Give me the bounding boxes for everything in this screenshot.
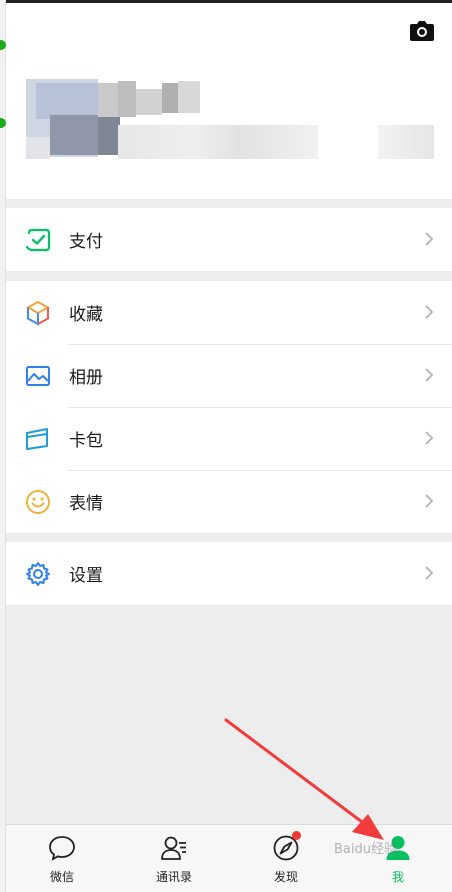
- chevron-right-icon: [425, 431, 434, 445]
- menu-item-label: 相册: [69, 368, 103, 388]
- tab-discover[interactable]: 发现: [246, 825, 326, 892]
- menu-item-favorites[interactable]: 收藏: [6, 281, 452, 344]
- menu-item-label: 收藏: [69, 305, 103, 325]
- contacts-icon: [161, 836, 186, 860]
- menu-item-cards[interactable]: 卡包: [6, 407, 452, 470]
- menu-item-stickers[interactable]: 表情: [6, 470, 452, 533]
- me-screen: 支付 收藏 相册 卡包 表情 设置 微信 通讯录 发现 我: [6, 0, 452, 892]
- chat-bubble-icon: [49, 836, 75, 861]
- discover-badge: [292, 831, 301, 840]
- tab-label: 发现: [273, 870, 298, 884]
- menu-item-settings[interactable]: 设置: [6, 542, 452, 605]
- menu-item-label: 支付: [69, 232, 103, 252]
- tab-label: 我: [391, 870, 404, 884]
- tab-chats[interactable]: 微信: [22, 825, 102, 892]
- menu-group-settings: 设置: [6, 542, 452, 605]
- watermark: Baidu经验: [334, 842, 397, 857]
- menu-group-main: 收藏 相册 卡包 表情: [6, 281, 452, 533]
- menu-item-pay[interactable]: 支付: [6, 208, 452, 271]
- camera-icon[interactable]: [410, 21, 434, 41]
- menu-item-label: 卡包: [69, 431, 103, 451]
- chevron-right-icon: [425, 368, 434, 382]
- tab-contacts[interactable]: 通讯录: [134, 825, 214, 892]
- cube-icon: [25, 300, 51, 326]
- chevron-right-icon: [425, 232, 434, 246]
- tab-label: 微信: [49, 870, 74, 884]
- wallet-check-icon: [25, 228, 51, 252]
- menu-item-album[interactable]: 相册: [6, 344, 452, 407]
- tab-me[interactable]: 我: [358, 825, 438, 892]
- gear-icon: [26, 562, 50, 586]
- photo-icon: [26, 366, 50, 386]
- bottom-tab-bar: 微信 通讯录 发现 我: [6, 824, 452, 892]
- menu-item-label: 表情: [69, 494, 103, 514]
- smiley-icon: [26, 490, 50, 514]
- tab-label: 通讯录: [155, 870, 192, 884]
- card-icon: [26, 428, 48, 450]
- chevron-right-icon: [425, 305, 434, 319]
- profile-header[interactable]: [6, 3, 452, 199]
- menu-group-pay: 支付: [6, 208, 452, 271]
- chevron-right-icon: [425, 494, 434, 508]
- menu-item-label: 设置: [69, 566, 103, 586]
- chevron-right-icon: [425, 566, 434, 580]
